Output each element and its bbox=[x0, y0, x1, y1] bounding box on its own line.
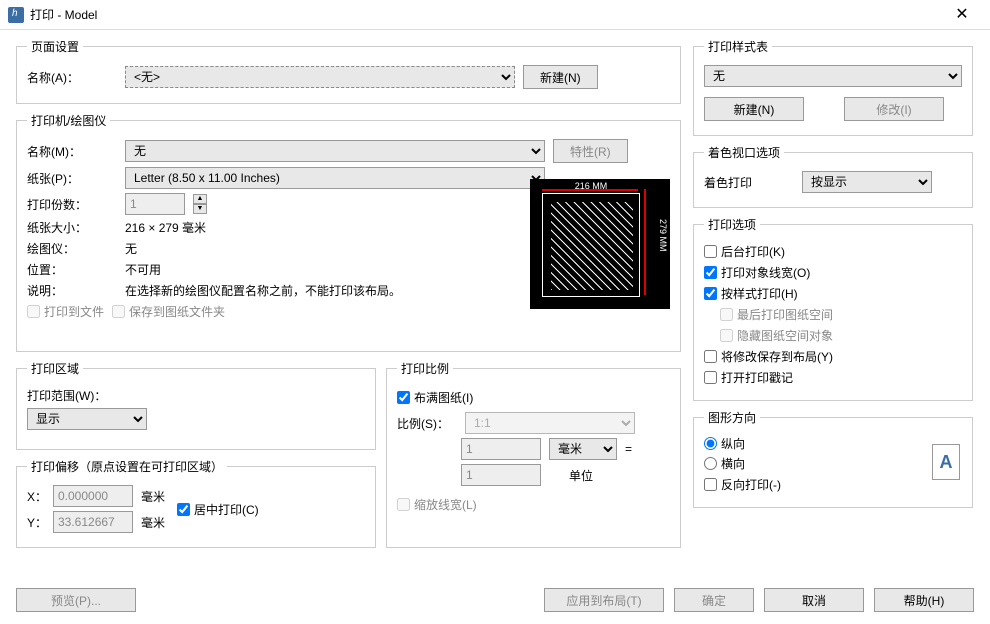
range-select[interactable]: 显示 bbox=[27, 408, 147, 430]
offset-legend: 打印偏移（原点设置在可打印区域） bbox=[27, 458, 227, 475]
close-icon[interactable]: ✕ bbox=[942, 0, 982, 30]
page-name-label: 名称(A)： bbox=[27, 69, 117, 86]
y-label: Y： bbox=[27, 514, 45, 531]
page-setup-legend: 页面设置 bbox=[27, 38, 83, 55]
location-label: 位置： bbox=[27, 261, 117, 278]
page-setup-group: 页面设置 名称(A)： <无> 新建(N) bbox=[16, 38, 681, 104]
viewport-legend: 着色视口选项 bbox=[704, 144, 784, 161]
print-scale-group: 打印比例 布满图纸(I) 比例(S)： 1:1 毫米 = 单位 bbox=[386, 360, 681, 548]
location-value: 不可用 bbox=[125, 261, 161, 278]
orientation-legend: 图形方向 bbox=[704, 409, 760, 426]
y-unit: 毫米 bbox=[141, 514, 165, 531]
paper-label: 纸张(P)： bbox=[27, 170, 117, 187]
copies-spinner[interactable]: ▲▼ bbox=[193, 194, 207, 214]
paper-select[interactable]: Letter (8.50 x 11.00 Inches) bbox=[125, 167, 545, 189]
scale-label: 比例(S)： bbox=[397, 415, 457, 432]
orientation-icon: A bbox=[932, 444, 960, 480]
portrait-radio[interactable]: 纵向 bbox=[704, 435, 962, 452]
cancel-button[interactable]: 取消 bbox=[764, 588, 864, 612]
shade-select[interactable]: 按显示 bbox=[802, 171, 932, 193]
preview-right-dim: 279 MM bbox=[644, 219, 668, 252]
offset-group: 打印偏移（原点设置在可打印区域） X： 毫米 Y： 毫米 bbox=[16, 458, 376, 548]
fit-checkbox[interactable]: 布满图纸(I) bbox=[397, 389, 670, 406]
apply-button: 应用到布局(T) bbox=[544, 588, 664, 612]
scale-num1-input[interactable] bbox=[461, 438, 541, 460]
desc-label: 说明： bbox=[27, 282, 117, 299]
paper-preview: 216 MM 279 MM bbox=[530, 179, 670, 309]
properties-button: 特性(R) bbox=[553, 139, 628, 163]
page-new-button[interactable]: 新建(N) bbox=[523, 65, 598, 89]
style-checkbox[interactable]: 按样式打印(H) bbox=[704, 285, 962, 302]
style-table-select[interactable]: 无 bbox=[704, 65, 962, 87]
landscape-radio[interactable]: 横向 bbox=[704, 455, 962, 472]
scale-num2-input[interactable] bbox=[461, 464, 541, 486]
scale-select: 1:1 bbox=[465, 412, 635, 434]
stamp-checkbox[interactable]: 打开打印戳记 bbox=[704, 369, 962, 386]
equals-label: = bbox=[625, 442, 632, 456]
style-table-group: 打印样式表 无 新建(N) 修改(I) bbox=[693, 38, 973, 136]
viewport-group: 着色视口选项 着色打印 按显示 bbox=[693, 144, 973, 208]
range-label: 打印范围(W)： bbox=[27, 387, 365, 404]
desc-value: 在选择新的绘图仪配置名称之前，不能打印该布局。 bbox=[125, 282, 401, 299]
save-layout-checkbox[interactable]: 将修改保存到布局(Y) bbox=[704, 348, 962, 365]
y-input[interactable] bbox=[53, 511, 133, 533]
x-label: X： bbox=[27, 488, 45, 505]
lw-checkbox[interactable]: 打印对象线宽(O) bbox=[704, 264, 962, 281]
bg-checkbox[interactable]: 后台打印(K) bbox=[704, 243, 962, 260]
paper-size-value: 216 × 279 毫米 bbox=[125, 219, 206, 236]
print-area-legend: 打印区域 bbox=[27, 360, 83, 377]
x-input[interactable] bbox=[53, 485, 133, 507]
printer-group: 打印机/绘图仪 名称(M)： 无 特性(R) 纸张(P)： Letter (8.… bbox=[16, 112, 681, 352]
window-title: 打印 - Model bbox=[30, 6, 942, 23]
printer-legend: 打印机/绘图仪 bbox=[27, 112, 110, 129]
style-modify-button: 修改(I) bbox=[844, 97, 944, 121]
print-area-group: 打印区域 打印范围(W)： 显示 bbox=[16, 360, 376, 450]
shade-label: 着色打印 bbox=[704, 174, 794, 191]
orientation-group: 图形方向 纵向 横向 反向打印(-) A bbox=[693, 409, 973, 508]
copies-input[interactable] bbox=[125, 193, 185, 215]
page-name-select[interactable]: <无> bbox=[125, 66, 515, 88]
titlebar: 打印 - Model ✕ bbox=[0, 0, 990, 30]
paper-size-label: 纸张大小： bbox=[27, 219, 117, 236]
plotter-label: 绘图仪： bbox=[27, 240, 117, 257]
reverse-checkbox[interactable]: 反向打印(-) bbox=[704, 476, 962, 493]
plotter-value: 无 bbox=[125, 240, 137, 257]
center-checkbox[interactable]: 居中打印(C) bbox=[177, 501, 259, 518]
style-new-button[interactable]: 新建(N) bbox=[704, 97, 804, 121]
print-scale-legend: 打印比例 bbox=[397, 360, 453, 377]
print-to-file-checkbox: 打印到文件 bbox=[27, 303, 104, 320]
options-legend: 打印选项 bbox=[704, 216, 760, 233]
printer-name-select[interactable]: 无 bbox=[125, 140, 545, 162]
printer-name-label: 名称(M)： bbox=[27, 143, 117, 160]
hide-checkbox: 隐藏图纸空间对象 bbox=[720, 327, 962, 344]
ok-button: 确定 bbox=[674, 588, 754, 612]
scale-lw-checkbox: 缩放线宽(L) bbox=[397, 496, 670, 513]
scale-unit-select[interactable]: 毫米 bbox=[549, 438, 617, 460]
app-icon bbox=[8, 7, 24, 23]
options-group: 打印选项 后台打印(K) 打印对象线宽(O) 按样式打印(H) 最后打印图纸空间… bbox=[693, 216, 973, 401]
preview-button: 预览(P)... bbox=[16, 588, 136, 612]
save-folder-checkbox: 保存到图纸文件夹 bbox=[112, 303, 225, 320]
copies-label: 打印份数： bbox=[27, 196, 117, 213]
unit-label: 单位 bbox=[569, 467, 593, 484]
x-unit: 毫米 bbox=[141, 488, 165, 505]
help-button[interactable]: 帮助(H) bbox=[874, 588, 974, 612]
style-table-legend: 打印样式表 bbox=[704, 38, 772, 55]
paper-last-checkbox: 最后打印图纸空间 bbox=[720, 306, 962, 323]
